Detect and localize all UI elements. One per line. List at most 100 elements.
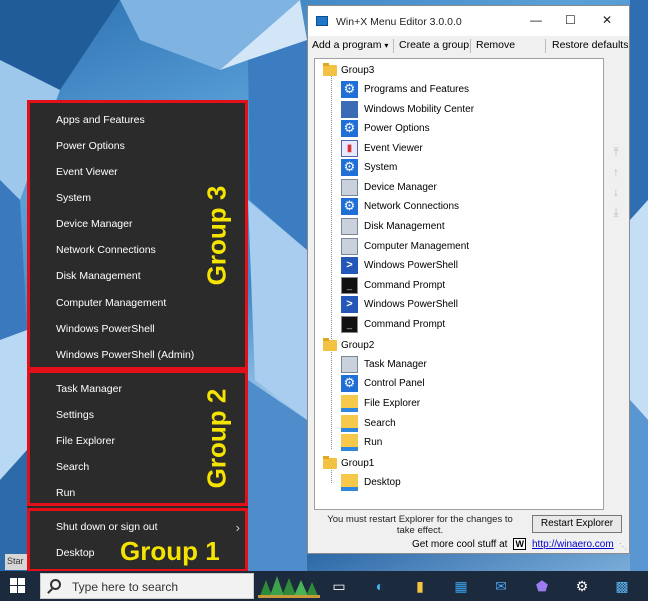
- tree-item-label: Windows Mobility Center: [364, 103, 475, 115]
- winx-item-disk-management[interactable]: Disk Management: [56, 270, 141, 282]
- more-stuff-line: Get more cool stuff at W http://winaero.…: [412, 538, 614, 550]
- winx-item-computer-management[interactable]: Computer Management: [56, 297, 166, 309]
- store-icon[interactable]: ▦: [452, 577, 470, 595]
- tree-item-windows-powershell[interactable]: Windows PowerShell: [341, 295, 458, 313]
- tree-item-event-viewer[interactable]: Event Viewer: [341, 139, 423, 157]
- winx-item-power-options[interactable]: Power Options: [56, 140, 125, 152]
- tree-item-system[interactable]: System: [341, 158, 397, 176]
- create-group-button[interactable]: Create a group: [399, 39, 469, 51]
- tree-item-label: Windows PowerShell: [364, 259, 458, 271]
- winx-item-windows-powershell-admin[interactable]: Windows PowerShell (Admin): [56, 349, 194, 361]
- move-bottom-icon[interactable]: ⤓: [610, 206, 622, 218]
- winx-item-apps-features[interactable]: Apps and Features: [56, 114, 145, 126]
- tree-group-2[interactable]: Group2: [323, 336, 374, 354]
- minimize-icon[interactable]: —: [530, 13, 542, 27]
- tree-item-network-connections[interactable]: Network Connections: [341, 197, 459, 215]
- tree-group-1[interactable]: Group1: [323, 454, 374, 472]
- event-viewer-icon: [341, 139, 358, 157]
- winaero-link[interactable]: http://winaero.com: [532, 539, 614, 550]
- winx-item-run[interactable]: Run: [56, 487, 75, 499]
- powershell-icon: [341, 295, 358, 313]
- start-button[interactable]: [10, 578, 26, 594]
- computer-icon: [341, 237, 358, 255]
- file-explorer-icon: [341, 394, 358, 412]
- tree-item-label: Programs and Features: [364, 83, 470, 95]
- taskbar: Type here to search ▭ ◐ ▮ ▦ ✉ ⬟ ⚙ ▩: [0, 571, 648, 601]
- close-icon[interactable]: ✕: [602, 13, 612, 27]
- restart-explorer-button[interactable]: Restart Explorer: [532, 515, 622, 533]
- tree-group-3[interactable]: Group3: [323, 61, 374, 79]
- resize-grip-icon[interactable]: ⋱: [619, 542, 627, 551]
- winx-item-search[interactable]: Search: [56, 461, 89, 473]
- toolbar-separator: [545, 39, 546, 53]
- tree-item-label: Run: [364, 436, 383, 448]
- tree-item-label: Device Manager: [364, 181, 437, 193]
- device-manager-icon: [341, 178, 358, 196]
- winx-item-task-manager[interactable]: Task Manager: [56, 383, 122, 395]
- dropdown-arrow-icon: ▾: [384, 41, 389, 50]
- tree-item-label: Control Panel: [364, 377, 425, 389]
- winx-item-system[interactable]: System: [56, 192, 91, 204]
- title-bar: Win+X Menu Editor 3.0.0.0 — ☐ ✕: [308, 6, 629, 36]
- tree-item-command-prompt[interactable]: Command Prompt: [341, 276, 445, 294]
- tree-item-power-options[interactable]: Power Options: [341, 119, 430, 137]
- remove-button[interactable]: Remove: [476, 39, 515, 51]
- tree-group-label: Group3: [341, 64, 375, 76]
- group-3-label: Group 3: [201, 185, 232, 286]
- tree-item-mobility-center[interactable]: Windows Mobility Center: [341, 100, 474, 118]
- maximize-icon[interactable]: ☐: [565, 13, 576, 27]
- winaero-logo-icon: W: [513, 538, 527, 550]
- restore-defaults-button[interactable]: Restore defaults: [552, 39, 628, 51]
- cmd-icon: [341, 276, 358, 294]
- gear-icon: [341, 197, 358, 215]
- edge-icon[interactable]: ◐: [371, 577, 389, 595]
- winx-editor-taskbar-icon[interactable]: ▩: [613, 577, 631, 595]
- tree-item-windows-powershell[interactable]: Windows PowerShell: [341, 256, 458, 274]
- tree-item-computer-management[interactable]: Computer Management: [341, 237, 469, 255]
- tree-item-control-panel[interactable]: Control Panel: [341, 374, 425, 392]
- file-explorer-icon[interactable]: ▮: [411, 577, 429, 595]
- group-2-label: Group 2: [201, 388, 232, 489]
- move-down-icon[interactable]: ↓: [610, 186, 622, 198]
- tree-item-label: Command Prompt: [364, 279, 446, 291]
- tree-item-label: Command Prompt: [364, 318, 446, 330]
- winx-item-event-viewer[interactable]: Event Viewer: [56, 166, 118, 178]
- mail-icon[interactable]: ✉: [492, 577, 510, 595]
- gear-icon[interactable]: ⚙: [573, 577, 591, 595]
- winx-item-settings[interactable]: Settings: [56, 409, 94, 421]
- winx-item-windows-powershell[interactable]: Windows PowerShell: [56, 323, 155, 335]
- task-view-icon[interactable]: ▭: [330, 577, 348, 595]
- move-up-icon[interactable]: ↑: [610, 166, 622, 178]
- move-top-icon[interactable]: ⤒: [610, 146, 622, 158]
- tree-item-run[interactable]: Run: [341, 433, 382, 451]
- search-highlight-image: [258, 574, 320, 598]
- window-title: Win+X Menu Editor 3.0.0.0: [336, 16, 462, 28]
- winx-item-shut-down[interactable]: Shut down or sign out: [56, 521, 158, 533]
- winx-item-file-explorer[interactable]: File Explorer: [56, 435, 115, 447]
- tree-item-disk-management[interactable]: Disk Management: [341, 217, 445, 235]
- file-explorer-icon: [341, 433, 358, 451]
- tree-item-programs-features[interactable]: Programs and Features: [341, 80, 469, 98]
- winx-item-device-manager[interactable]: Device Manager: [56, 218, 132, 230]
- tree-item-search[interactable]: Search: [341, 414, 396, 432]
- tree-item-command-prompt[interactable]: Command Prompt: [341, 315, 445, 333]
- winx-item-desktop[interactable]: Desktop: [56, 547, 95, 559]
- tree-item-device-manager[interactable]: Device Manager: [341, 178, 437, 196]
- tree-item-label: Search: [364, 417, 396, 429]
- taskbar-search[interactable]: Type here to search: [40, 573, 254, 599]
- tree-item-label: Computer Management: [364, 240, 470, 252]
- tree-item-label: Disk Management: [364, 220, 445, 232]
- folder-icon: [323, 455, 337, 469]
- add-program-button[interactable]: Add a program ▾: [312, 39, 388, 51]
- gear-icon: [341, 158, 358, 176]
- winx-menu: Apps and Features Power Options Event Vi…: [27, 100, 248, 572]
- gear-icon: [341, 119, 358, 137]
- tree-item-file-explorer[interactable]: File Explorer: [341, 394, 420, 412]
- restart-note: You must restart Explorer for the change…: [327, 514, 513, 536]
- app-icon[interactable]: ⬟: [533, 577, 551, 595]
- tree-item-task-manager[interactable]: Task Manager: [341, 355, 427, 373]
- tree-item-label: Desktop: [364, 476, 401, 488]
- tree-item-desktop[interactable]: Desktop: [341, 473, 401, 491]
- file-explorer-icon: [341, 414, 358, 432]
- winx-item-network-connections[interactable]: Network Connections: [56, 244, 156, 256]
